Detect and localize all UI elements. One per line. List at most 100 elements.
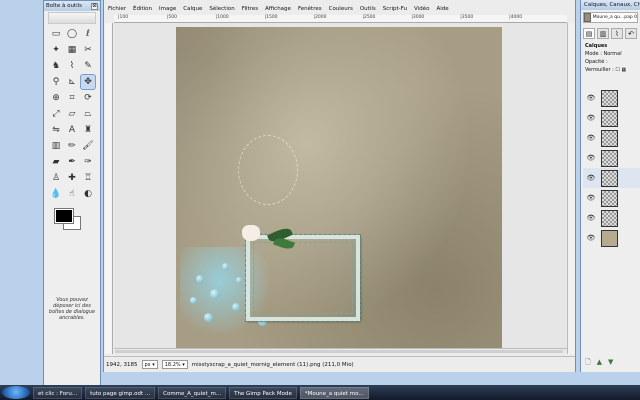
taskbar-item[interactable]: The Gimp Pack Mode (229, 386, 297, 399)
bucket-fill-icon[interactable]: ♜ (81, 123, 95, 137)
text-icon[interactable]: A (65, 123, 79, 137)
taskbar-item[interactable]: *Moune_a quiet mo... (299, 386, 369, 399)
tab-channels[interactable]: ▥ (597, 28, 609, 39)
status-message: misstyscrap_a_quiet_mornig_element (11).… (191, 361, 354, 368)
layers-dock: Calques, Canaux, Che Moune_a qu...pap 0 … (580, 0, 640, 372)
layer-thumbnail (601, 189, 618, 207)
clone-icon[interactable]: ♙ (49, 171, 63, 185)
lasso-icon[interactable]: ℓ (81, 27, 95, 41)
menu-vid-o[interactable]: Vidéo (414, 6, 429, 12)
menu-fen-tres[interactable]: Fenêtres (298, 6, 322, 12)
tab-undo[interactable]: ↶ (625, 28, 637, 39)
menu-filtres[interactable]: Filtres (242, 6, 258, 12)
image-thumbnail (584, 13, 591, 22)
menu-calque[interactable]: Calque (183, 6, 202, 12)
taskbar-items: et clic : Foru... tuto page gimp.odt ... C… (33, 386, 369, 399)
bead (190, 297, 197, 304)
lower-layer-icon[interactable]: ▼ (608, 358, 613, 368)
pencil-icon[interactable]: ✏ (65, 139, 79, 153)
document-canvas[interactable] (176, 27, 502, 354)
rotate-icon[interactable]: ⟳ (81, 91, 95, 105)
perspective-icon[interactable]: ⏢ (81, 107, 95, 121)
layer-row[interactable]: 👁 (583, 228, 640, 248)
toolbox-window: Boîte à outils ⊠ ▭ ◯ ℓ ✦ ▦ ✂ ♞ ⌇ ✎ ⚲ ⊾ ✥ ⊕ ⌗ ⟳ ⤢ ▱ ⏢ ⇋ A ♜ ▥ ✏… (43, 0, 101, 387)
lock-alpha-icon[interactable]: ▦ (622, 67, 627, 73)
flip-icon[interactable]: ⇋ (49, 123, 63, 137)
menu-fichier[interactable]: Fichier (108, 6, 126, 12)
unit-select[interactable]: px ▾ (141, 360, 158, 369)
scissors-icon[interactable]: ✂ (81, 43, 95, 57)
visibility-eye-icon[interactable]: 👁 (585, 94, 597, 102)
mode-select[interactable]: Normal (604, 51, 622, 57)
layer-row[interactable]: 👁 (583, 88, 640, 108)
raise-layer-icon[interactable]: ▲ (597, 358, 602, 368)
layer-row[interactable]: 👁 (583, 108, 640, 128)
layer-row[interactable]: 👁 (583, 148, 640, 168)
toolbox-close-button[interactable]: ⊠ (91, 2, 98, 10)
airbrush-icon[interactable]: ✒ (65, 155, 79, 169)
layer-row[interactable]: 👁 (583, 168, 640, 188)
tab-paths[interactable]: ⌇ (611, 28, 623, 39)
vertical-ruler (105, 23, 113, 354)
tool-grid: ▭ ◯ ℓ ✦ ▦ ✂ ♞ ⌇ ✎ ⚲ ⊾ ✥ ⊕ ⌗ ⟳ ⤢ ▱ ⏢ ⇋ A ♜ ▥ ✏ 🖌 ▰ ✒ ✑ ♙ ✚ ♖ 💧 ☝ ◐ (44, 25, 100, 203)
paths-icon[interactable]: ⌇ (65, 59, 79, 73)
taskbar-item[interactable]: et clic : Foru... (33, 386, 83, 399)
visibility-eye-icon[interactable]: 👁 (585, 194, 597, 202)
layer-thumbnail (601, 149, 618, 167)
taskbar-item[interactable]: tuto page gimp.odt ... (85, 386, 156, 399)
menu-image[interactable]: Image (159, 6, 176, 12)
blend-icon[interactable]: ▥ (49, 139, 63, 153)
foreground-select-icon[interactable]: ♞ (49, 59, 63, 73)
visibility-eye-icon[interactable]: 👁 (585, 134, 597, 142)
paintbrush-icon[interactable]: 🖌 (81, 139, 95, 153)
zoom-icon[interactable]: ⚲ (49, 75, 63, 89)
layer-row[interactable]: 👁 (583, 188, 640, 208)
visibility-eye-icon[interactable]: 👁 (585, 234, 597, 242)
color-picker-icon[interactable]: ✎ (81, 59, 95, 73)
vertical-scrollbar[interactable] (567, 23, 575, 354)
layer-row[interactable]: 👁 (583, 208, 640, 228)
scrollbar-thumb[interactable] (115, 350, 563, 353)
ink-icon[interactable]: ✑ (81, 155, 95, 169)
menu-script-fu[interactable]: Script-Fu (383, 6, 407, 12)
visibility-eye-icon[interactable]: 👁 (585, 214, 597, 222)
color-select-icon[interactable]: ▦ (65, 43, 79, 57)
visibility-eye-icon[interactable]: 👁 (585, 174, 597, 182)
lock-pixels-checkbox[interactable]: ☐ (615, 67, 619, 73)
menu-couleurs[interactable]: Couleurs (329, 6, 353, 12)
heal-icon[interactable]: ✚ (65, 171, 79, 185)
measure-icon[interactable]: ⊾ (65, 75, 79, 89)
eraser-icon[interactable]: ▰ (49, 155, 63, 169)
foreground-color-swatch[interactable] (54, 208, 74, 224)
ellipse-select-icon[interactable]: ◯ (65, 27, 79, 41)
start-button[interactable] (2, 386, 30, 399)
layer-row[interactable]: 👁 (583, 128, 640, 148)
horizontal-scrollbar[interactable] (114, 348, 567, 354)
crop-icon[interactable]: ⌗ (65, 91, 79, 105)
smudge-icon[interactable]: ☝ (65, 187, 79, 201)
visibility-eye-icon[interactable]: 👁 (585, 154, 597, 162)
image-selector[interactable]: Moune_a qu...pap 0 (583, 12, 638, 23)
new-layer-icon[interactable]: 🗋 (585, 358, 591, 368)
scale-icon[interactable]: ⤢ (49, 107, 63, 121)
visibility-eye-icon[interactable]: 👁 (585, 114, 597, 122)
shear-icon[interactable]: ▱ (65, 107, 79, 121)
zoom-select[interactable]: 18.2% ▾ (161, 360, 188, 369)
tab-layers[interactable]: ▤ (583, 28, 595, 39)
move-icon[interactable]: ✥ (80, 74, 96, 90)
perspective-clone-icon[interactable]: ♖ (81, 171, 95, 185)
fuzzy-select-icon[interactable]: ✦ (49, 43, 63, 57)
menu-aide[interactable]: Aide (436, 6, 448, 12)
menu--dition[interactable]: Édition (133, 6, 152, 12)
horizontal-ruler: |100 |500 |1000 |1500 |2000 |2500 |3000 |3500 |4… (114, 15, 567, 23)
taskbar: et clic : Foru... tuto page gimp.odt ... C… (0, 385, 640, 400)
taskbar-item[interactable]: Comme_A_quiet_m... (158, 386, 227, 399)
menu-s-lection[interactable]: Sélection (209, 6, 234, 12)
menu-affichage[interactable]: Affichage (265, 6, 291, 12)
menu-outils[interactable]: Outils (360, 6, 376, 12)
align-icon[interactable]: ⊕ (49, 91, 63, 105)
blur-icon[interactable]: 💧 (49, 187, 63, 201)
rect-select-icon[interactable]: ▭ (49, 27, 63, 41)
canvas-area[interactable] (114, 23, 567, 354)
dodge-burn-icon[interactable]: ◐ (81, 187, 95, 201)
